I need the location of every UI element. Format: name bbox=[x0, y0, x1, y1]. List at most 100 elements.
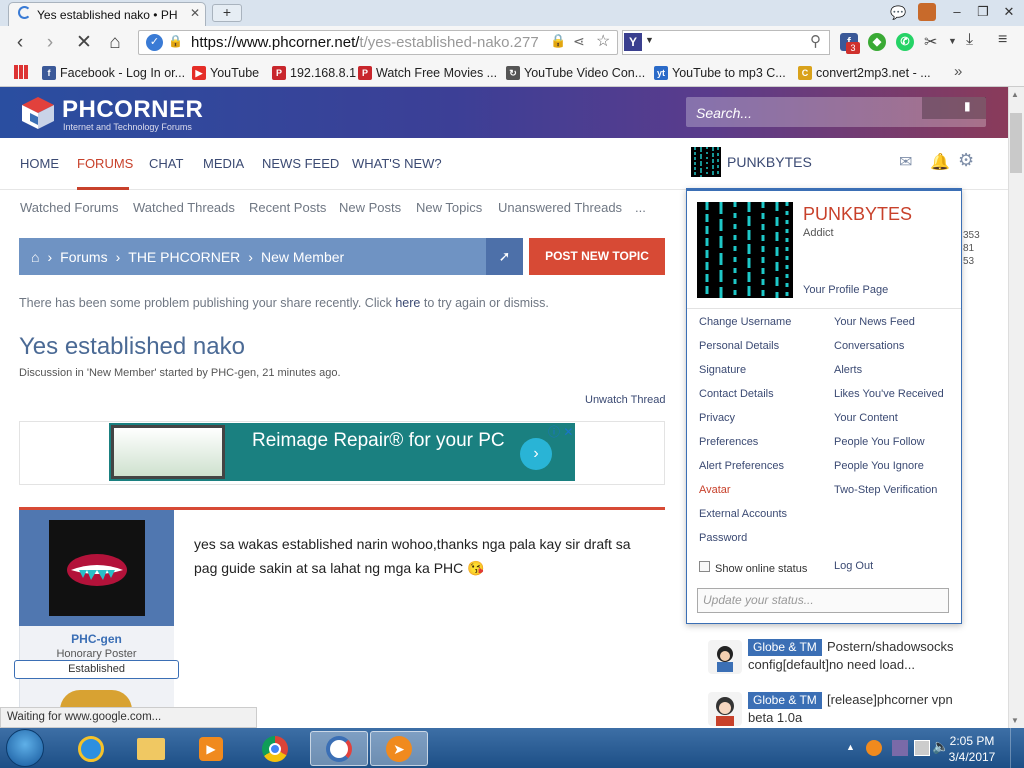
popup-menu-item[interactable]: Your Content bbox=[834, 412, 898, 424]
notice-retry-link[interactable]: here bbox=[395, 296, 420, 310]
page-lock-icon[interactable]: 🔒 bbox=[550, 33, 566, 49]
yandex-icon[interactable]: Y bbox=[624, 33, 642, 51]
whatsapp-icon[interactable]: ✆ bbox=[896, 33, 914, 51]
thread-prefix-tag[interactable]: Globe & TM bbox=[748, 639, 822, 656]
phcorner-logo-icon[interactable] bbox=[20, 95, 56, 131]
popup-menu-item[interactable]: Alerts bbox=[834, 364, 862, 376]
ad-close-icon[interactable]: ⓘ ✕ bbox=[548, 423, 573, 440]
new-tab-button[interactable]: + bbox=[212, 4, 242, 22]
internet-explorer-icon[interactable] bbox=[62, 731, 120, 766]
show-desktop-button[interactable] bbox=[1010, 728, 1024, 768]
minimize-icon[interactable]: – bbox=[946, 2, 968, 22]
subnav-link[interactable]: Recent Posts bbox=[249, 200, 326, 215]
nav-tab-news-feed[interactable]: NEWS FEED bbox=[262, 156, 339, 171]
apps-grid-icon[interactable] bbox=[14, 65, 28, 79]
popup-avatar[interactable] bbox=[697, 202, 793, 298]
site-search-icon[interactable]: ▮ bbox=[964, 99, 971, 113]
thread-title-link[interactable]: config[default]no need load... bbox=[748, 657, 915, 672]
popup-menu-item[interactable]: Conversations bbox=[834, 340, 904, 352]
forward-icon[interactable]: › bbox=[38, 31, 62, 55]
popup-menu-item[interactable]: Signature bbox=[699, 364, 746, 376]
site-logo-text[interactable]: PHCORNER bbox=[62, 96, 203, 124]
thread-title-link[interactable]: [release]phcorner vpn bbox=[827, 692, 953, 707]
scroll-up-icon[interactable]: ▲ bbox=[1011, 90, 1019, 99]
header-username[interactable]: PUNKBYTES bbox=[727, 154, 812, 170]
popup-menu-item[interactable]: Personal Details bbox=[699, 340, 779, 352]
network-icon[interactable] bbox=[914, 740, 930, 756]
browser-tab[interactable]: Yes established nako • PH bbox=[8, 2, 206, 26]
subnav-link[interactable]: New Topics bbox=[416, 200, 482, 215]
maximize-icon[interactable]: ❐ bbox=[972, 2, 994, 22]
close-window-icon[interactable]: ✕ bbox=[998, 2, 1020, 22]
ad-arrow-icon[interactable]: › bbox=[520, 438, 552, 470]
popup-menu-item[interactable]: Your News Feed bbox=[834, 316, 915, 328]
bookmark-item[interactable]: P 192.168.8.1 bbox=[272, 64, 356, 82]
download-icon[interactable]: ⤓ bbox=[966, 31, 973, 49]
shield-icon[interactable]: ✓ bbox=[146, 34, 163, 51]
home-icon[interactable]: ⌂ bbox=[103, 31, 127, 55]
popup-menu-item[interactable]: Preferences bbox=[699, 436, 758, 448]
active-app-icon[interactable] bbox=[310, 731, 368, 766]
popup-menu-item[interactable]: Two-Step Verification bbox=[834, 484, 937, 496]
adblock-shield-icon[interactable]: ◆ bbox=[868, 33, 886, 51]
volume-icon[interactable]: 🔈 bbox=[932, 738, 949, 755]
jump-to-icon[interactable]: ➚ bbox=[486, 238, 523, 275]
bell-icon[interactable]: 🔔 bbox=[930, 152, 950, 172]
unwatch-thread-link[interactable]: Unwatch Thread bbox=[585, 394, 666, 406]
logout-link[interactable]: Log Out bbox=[834, 560, 873, 572]
nav-tab-media[interactable]: MEDIA bbox=[203, 156, 244, 171]
popup-menu-item[interactable]: Contact Details bbox=[699, 388, 774, 400]
search-icon[interactable]: ⚲ bbox=[810, 32, 821, 50]
online-status-label[interactable]: Show online status bbox=[715, 563, 807, 575]
chrome-taskbar-icon[interactable] bbox=[246, 731, 304, 766]
popup-menu-item[interactable]: People You Follow bbox=[834, 436, 925, 448]
share-icon[interactable]: ⋖ bbox=[573, 33, 585, 50]
breadcrumb-new-member[interactable]: New Member bbox=[261, 249, 344, 265]
subnav-link[interactable]: Unanswered Threads bbox=[498, 200, 622, 215]
popup-menu-item[interactable]: People You Ignore bbox=[834, 460, 924, 472]
popup-menu-item[interactable]: Likes You've Received bbox=[834, 388, 944, 400]
tray-expand-icon[interactable]: ▲ bbox=[846, 742, 855, 752]
post-username[interactable]: PHC-gen bbox=[19, 632, 174, 646]
back-icon[interactable]: ‹ bbox=[8, 31, 32, 55]
subnav-link[interactable]: Watched Threads bbox=[133, 200, 235, 215]
bookmark-item[interactable]: ▶ YouTube bbox=[192, 64, 259, 82]
start-button-icon[interactable] bbox=[6, 729, 44, 767]
stop-icon[interactable]: ✕ bbox=[72, 31, 96, 55]
address-bar[interactable]: https://www.phcorner.net/t/yes-establish… bbox=[138, 30, 618, 55]
your-profile-link[interactable]: Your Profile Page bbox=[803, 284, 888, 296]
paper-plane-app-icon[interactable]: ➤ bbox=[370, 731, 428, 766]
dropdown-icon[interactable]: ▼ bbox=[645, 35, 654, 45]
subnav-link[interactable]: ... bbox=[635, 200, 646, 215]
inbox-icon[interactable]: ✉ bbox=[899, 152, 912, 172]
popup-menu-item[interactable]: Avatar bbox=[699, 484, 731, 496]
breadcrumb-forums[interactable]: Forums bbox=[60, 249, 107, 265]
thread-avatar[interactable] bbox=[708, 692, 742, 726]
tab-close-icon[interactable]: ✕ bbox=[190, 6, 200, 20]
home-icon[interactable]: ⌂ bbox=[31, 249, 39, 265]
ad-headline[interactable]: Reimage Repair® for your PC bbox=[252, 429, 512, 453]
nav-tab-what-s-new[interactable]: WHAT'S NEW? bbox=[352, 156, 442, 171]
thread-avatar[interactable] bbox=[708, 640, 742, 674]
popup-menu-item[interactable]: Change Username bbox=[699, 316, 791, 328]
thread-prefix-tag[interactable]: Globe & TM bbox=[748, 692, 822, 709]
subnav-link[interactable]: Watched Forums bbox=[20, 200, 119, 215]
post-avatar[interactable] bbox=[49, 520, 145, 616]
bookmark-item[interactable]: ↻ YouTube Video Con... bbox=[506, 64, 645, 82]
thread-title-link[interactable]: beta 1.0a bbox=[748, 710, 802, 725]
gear-icon[interactable]: ⚙ bbox=[958, 150, 974, 171]
menu-icon[interactable]: ≡ bbox=[998, 31, 1007, 49]
file-explorer-icon[interactable] bbox=[122, 731, 180, 766]
post-new-topic-button[interactable]: POST NEW TOPIC bbox=[529, 238, 665, 275]
nav-tab-chat[interactable]: CHAT bbox=[149, 156, 183, 171]
profile-icon[interactable] bbox=[918, 3, 936, 21]
user-avatar[interactable] bbox=[691, 147, 721, 177]
nav-tab-home[interactable]: HOME bbox=[20, 156, 59, 171]
popup-menu-item[interactable]: Password bbox=[699, 532, 747, 544]
subnav-link[interactable]: New Posts bbox=[339, 200, 401, 215]
chat-bubble-icon[interactable]: 💬 bbox=[890, 5, 906, 21]
scissors-dropdown-icon[interactable]: ▼ bbox=[948, 36, 957, 46]
popup-username[interactable]: PUNKBYTES bbox=[803, 204, 912, 225]
scroll-down-icon[interactable]: ▼ bbox=[1011, 716, 1019, 725]
breadcrumb-phcorner[interactable]: THE PHCORNER bbox=[128, 249, 240, 265]
